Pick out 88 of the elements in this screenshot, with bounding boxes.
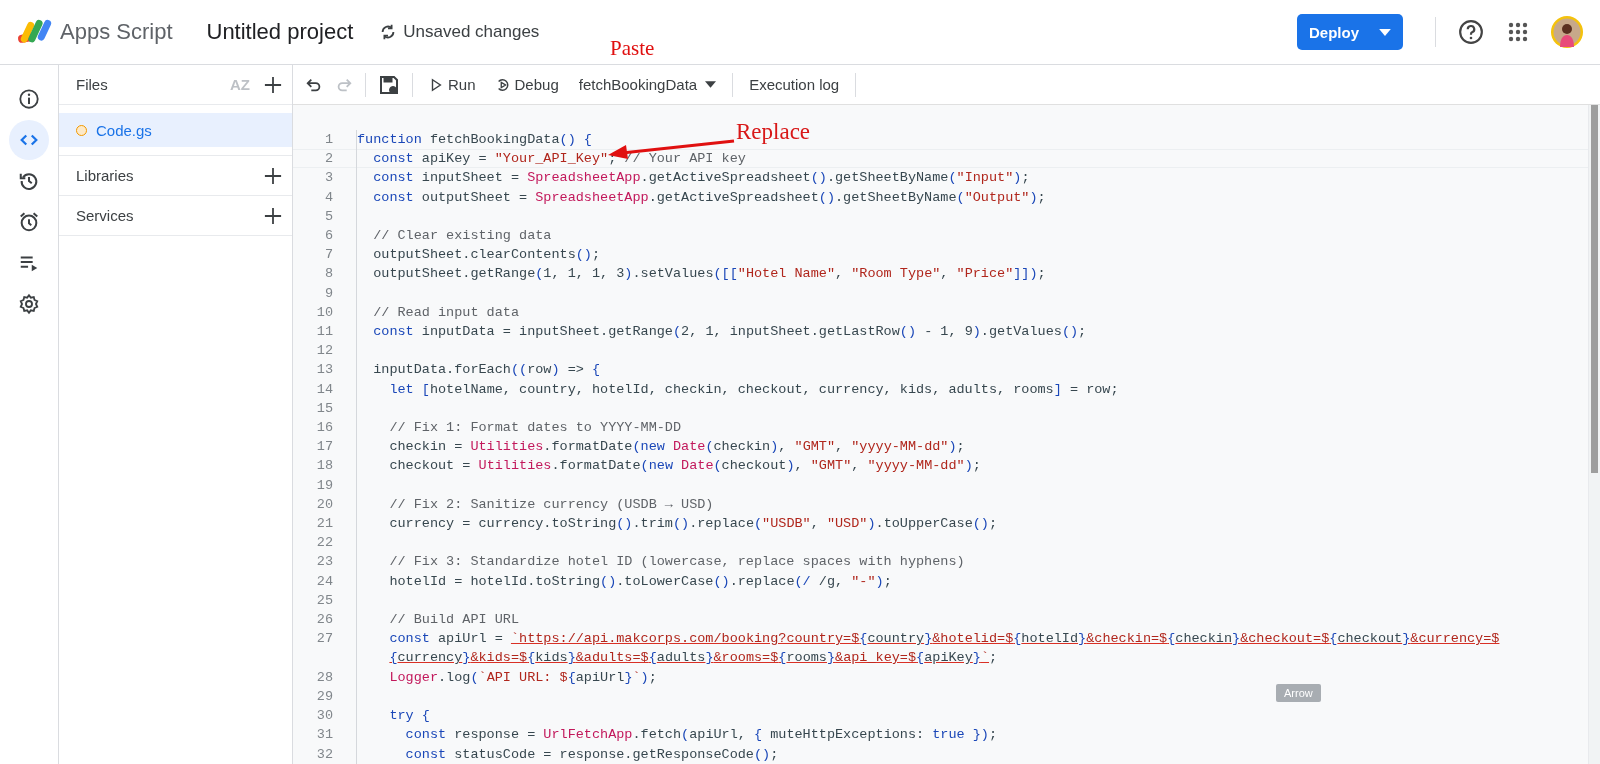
line-number: 10 bbox=[315, 303, 333, 322]
line-number: 19 bbox=[315, 476, 333, 495]
code-line: hotelId = hotelId.toString().toLowerCase().replace(/ /g, "-"); bbox=[388, 572, 892, 591]
code-line: function fetchBookingData() { bbox=[357, 131, 592, 149]
project-title[interactable]: Untitled project bbox=[206, 19, 354, 45]
line-number: 5 bbox=[323, 207, 333, 226]
run-button[interactable]: Run bbox=[425, 72, 480, 97]
line-number: 14 bbox=[315, 380, 333, 399]
line-number: 25 bbox=[315, 591, 333, 610]
code-line: currency = currency.toString().trim().replace("USDB", "USD").toUpperCase(); bbox=[388, 515, 998, 534]
help-icon[interactable] bbox=[1458, 19, 1484, 45]
line-number: 21 bbox=[315, 515, 333, 534]
line-number: 12 bbox=[315, 342, 333, 361]
line-number: 22 bbox=[315, 534, 333, 553]
debug-button[interactable]: Debug bbox=[491, 72, 563, 97]
line-number: 24 bbox=[315, 572, 333, 591]
avatar[interactable] bbox=[1550, 15, 1584, 49]
panel-title: Files bbox=[76, 76, 109, 93]
section-label[interactable]: Services bbox=[76, 207, 264, 224]
history-icon bbox=[18, 170, 40, 192]
code-line: try { bbox=[388, 707, 430, 726]
line-number: 26 bbox=[315, 611, 333, 630]
code-line: const statusCode = response.getResponseCode(); bbox=[404, 745, 779, 764]
code-line: checkout = Utilities.formatDate(new Date(checkout), "GMT", "yyyy-MM-dd"); bbox=[388, 457, 981, 476]
scrollbar-thumb[interactable] bbox=[1591, 105, 1598, 473]
code-line: // Clear existing data bbox=[372, 227, 552, 245]
add-icon[interactable] bbox=[264, 75, 282, 94]
line-number: 4 bbox=[323, 188, 333, 207]
file-status-icon bbox=[76, 124, 87, 136]
code-line: // Fix 3: Standardize hotel ID (lowercase, replace spaces with hyphens) bbox=[388, 553, 965, 572]
code-line: // Fix 1: Format dates to YYYY-MM-DD bbox=[388, 419, 682, 438]
line-number: 28 bbox=[315, 668, 333, 687]
line-number: 30 bbox=[315, 707, 333, 726]
line-number: 7 bbox=[323, 246, 333, 265]
code-line: checkin = Utilities.formatDate(new Date(checkin), "GMT", "yyyy-MM-dd"); bbox=[388, 438, 965, 457]
line-number: 8 bbox=[323, 265, 333, 284]
line-number: 9 bbox=[323, 284, 333, 303]
code-line: outputSheet.getRange(1, 1, 1, 3).setValues([["Hotel Name", "Room Type", "Price"]]); bbox=[372, 265, 1046, 284]
line-number: 29 bbox=[315, 687, 333, 706]
code-line: // Build API URL bbox=[388, 611, 520, 630]
line-number: 27 bbox=[315, 630, 333, 649]
execution-log-button[interactable]: Execution log bbox=[745, 72, 844, 97]
app-name: Apps Script bbox=[60, 19, 173, 45]
line-number: 11 bbox=[315, 323, 333, 342]
annotation-label: Paste bbox=[610, 36, 655, 61]
save-icon[interactable] bbox=[378, 73, 400, 96]
code-line: const response = UrlFetchApp.fetch(apiUrl, { muteHttpExceptions: true }); bbox=[404, 726, 998, 745]
caret-icon bbox=[1379, 28, 1391, 36]
line-number: 18 bbox=[315, 457, 333, 476]
code-line: // Read input data bbox=[372, 303, 520, 322]
line-number: 13 bbox=[315, 361, 333, 380]
line-number: 1 bbox=[323, 131, 333, 149]
line-number: 15 bbox=[315, 399, 333, 418]
alarm-clock-icon bbox=[18, 211, 40, 233]
info-icon bbox=[18, 88, 40, 110]
code-line: const inputData = inputSheet.getRange(2, 1, inputSheet.getLastRow() - 1, 9).getValues(); bbox=[372, 323, 1087, 342]
function-select[interactable]: fetchBookingData bbox=[574, 72, 721, 97]
line-number: 23 bbox=[315, 553, 333, 572]
code-line: const inputSheet = SpreadsheetApp.getActiveSpreadsheet().getSheetByName("Input"); bbox=[372, 169, 1030, 188]
caret-icon bbox=[705, 81, 717, 88]
code-editor[interactable] bbox=[293, 105, 1600, 764]
line-number: 17 bbox=[315, 438, 333, 457]
add-icon[interactable] bbox=[264, 206, 282, 225]
line-number: 20 bbox=[315, 495, 333, 514]
code-line: // Fix 2: Sanitize currency (USDB → USD) bbox=[388, 495, 714, 514]
line-number: 2 bbox=[323, 150, 333, 169]
tooltip: Arrow bbox=[1276, 684, 1321, 702]
file-item[interactable]: Code.gs bbox=[59, 113, 292, 147]
line-number: 16 bbox=[315, 419, 333, 438]
play-icon bbox=[429, 77, 443, 92]
line-number: 6 bbox=[323, 227, 333, 245]
code-line: outputSheet.clearContents(); bbox=[372, 246, 601, 265]
code-line: let [hotelName, country, hotelId, checkin, checkout, currency, kids, adults, rooms] = row; bbox=[388, 380, 1119, 399]
line-number: 3 bbox=[323, 169, 333, 188]
deploy-button[interactable]: Deploy bbox=[1297, 14, 1403, 50]
save-status: Unsaved changes bbox=[403, 22, 540, 42]
line-number: 31 bbox=[315, 726, 333, 745]
code-line: const apiUrl = `https://api.makcorps.com/booking?country=${country}&hotelid=${hotelId}&checkin=${checkin}&checkout=${checkout}&currency=$ {currency}&kids=${kids}&adults=${adults}&rooms=${rooms}&api_key=${apiKey}`; bbox=[388, 630, 1500, 668]
code-line: Logger.log(`API URL: ${apiUrl}`); bbox=[388, 668, 657, 687]
annotation-label: Replace bbox=[736, 119, 811, 145]
section-label[interactable]: Libraries bbox=[76, 167, 264, 184]
code-line: inputData.forEach((row) => { bbox=[372, 361, 601, 380]
code-line: const apiKey = "Your_API_Key"; // Your API key bbox=[372, 150, 746, 169]
line-number: 32 bbox=[315, 745, 333, 764]
apps-grid-icon[interactable] bbox=[1508, 22, 1528, 42]
add-icon[interactable] bbox=[264, 166, 282, 185]
settings-icon bbox=[18, 293, 40, 315]
code-line: const outputSheet = SpreadsheetApp.getActiveSpreadsheet().getSheetByName("Output"); bbox=[372, 188, 1046, 207]
